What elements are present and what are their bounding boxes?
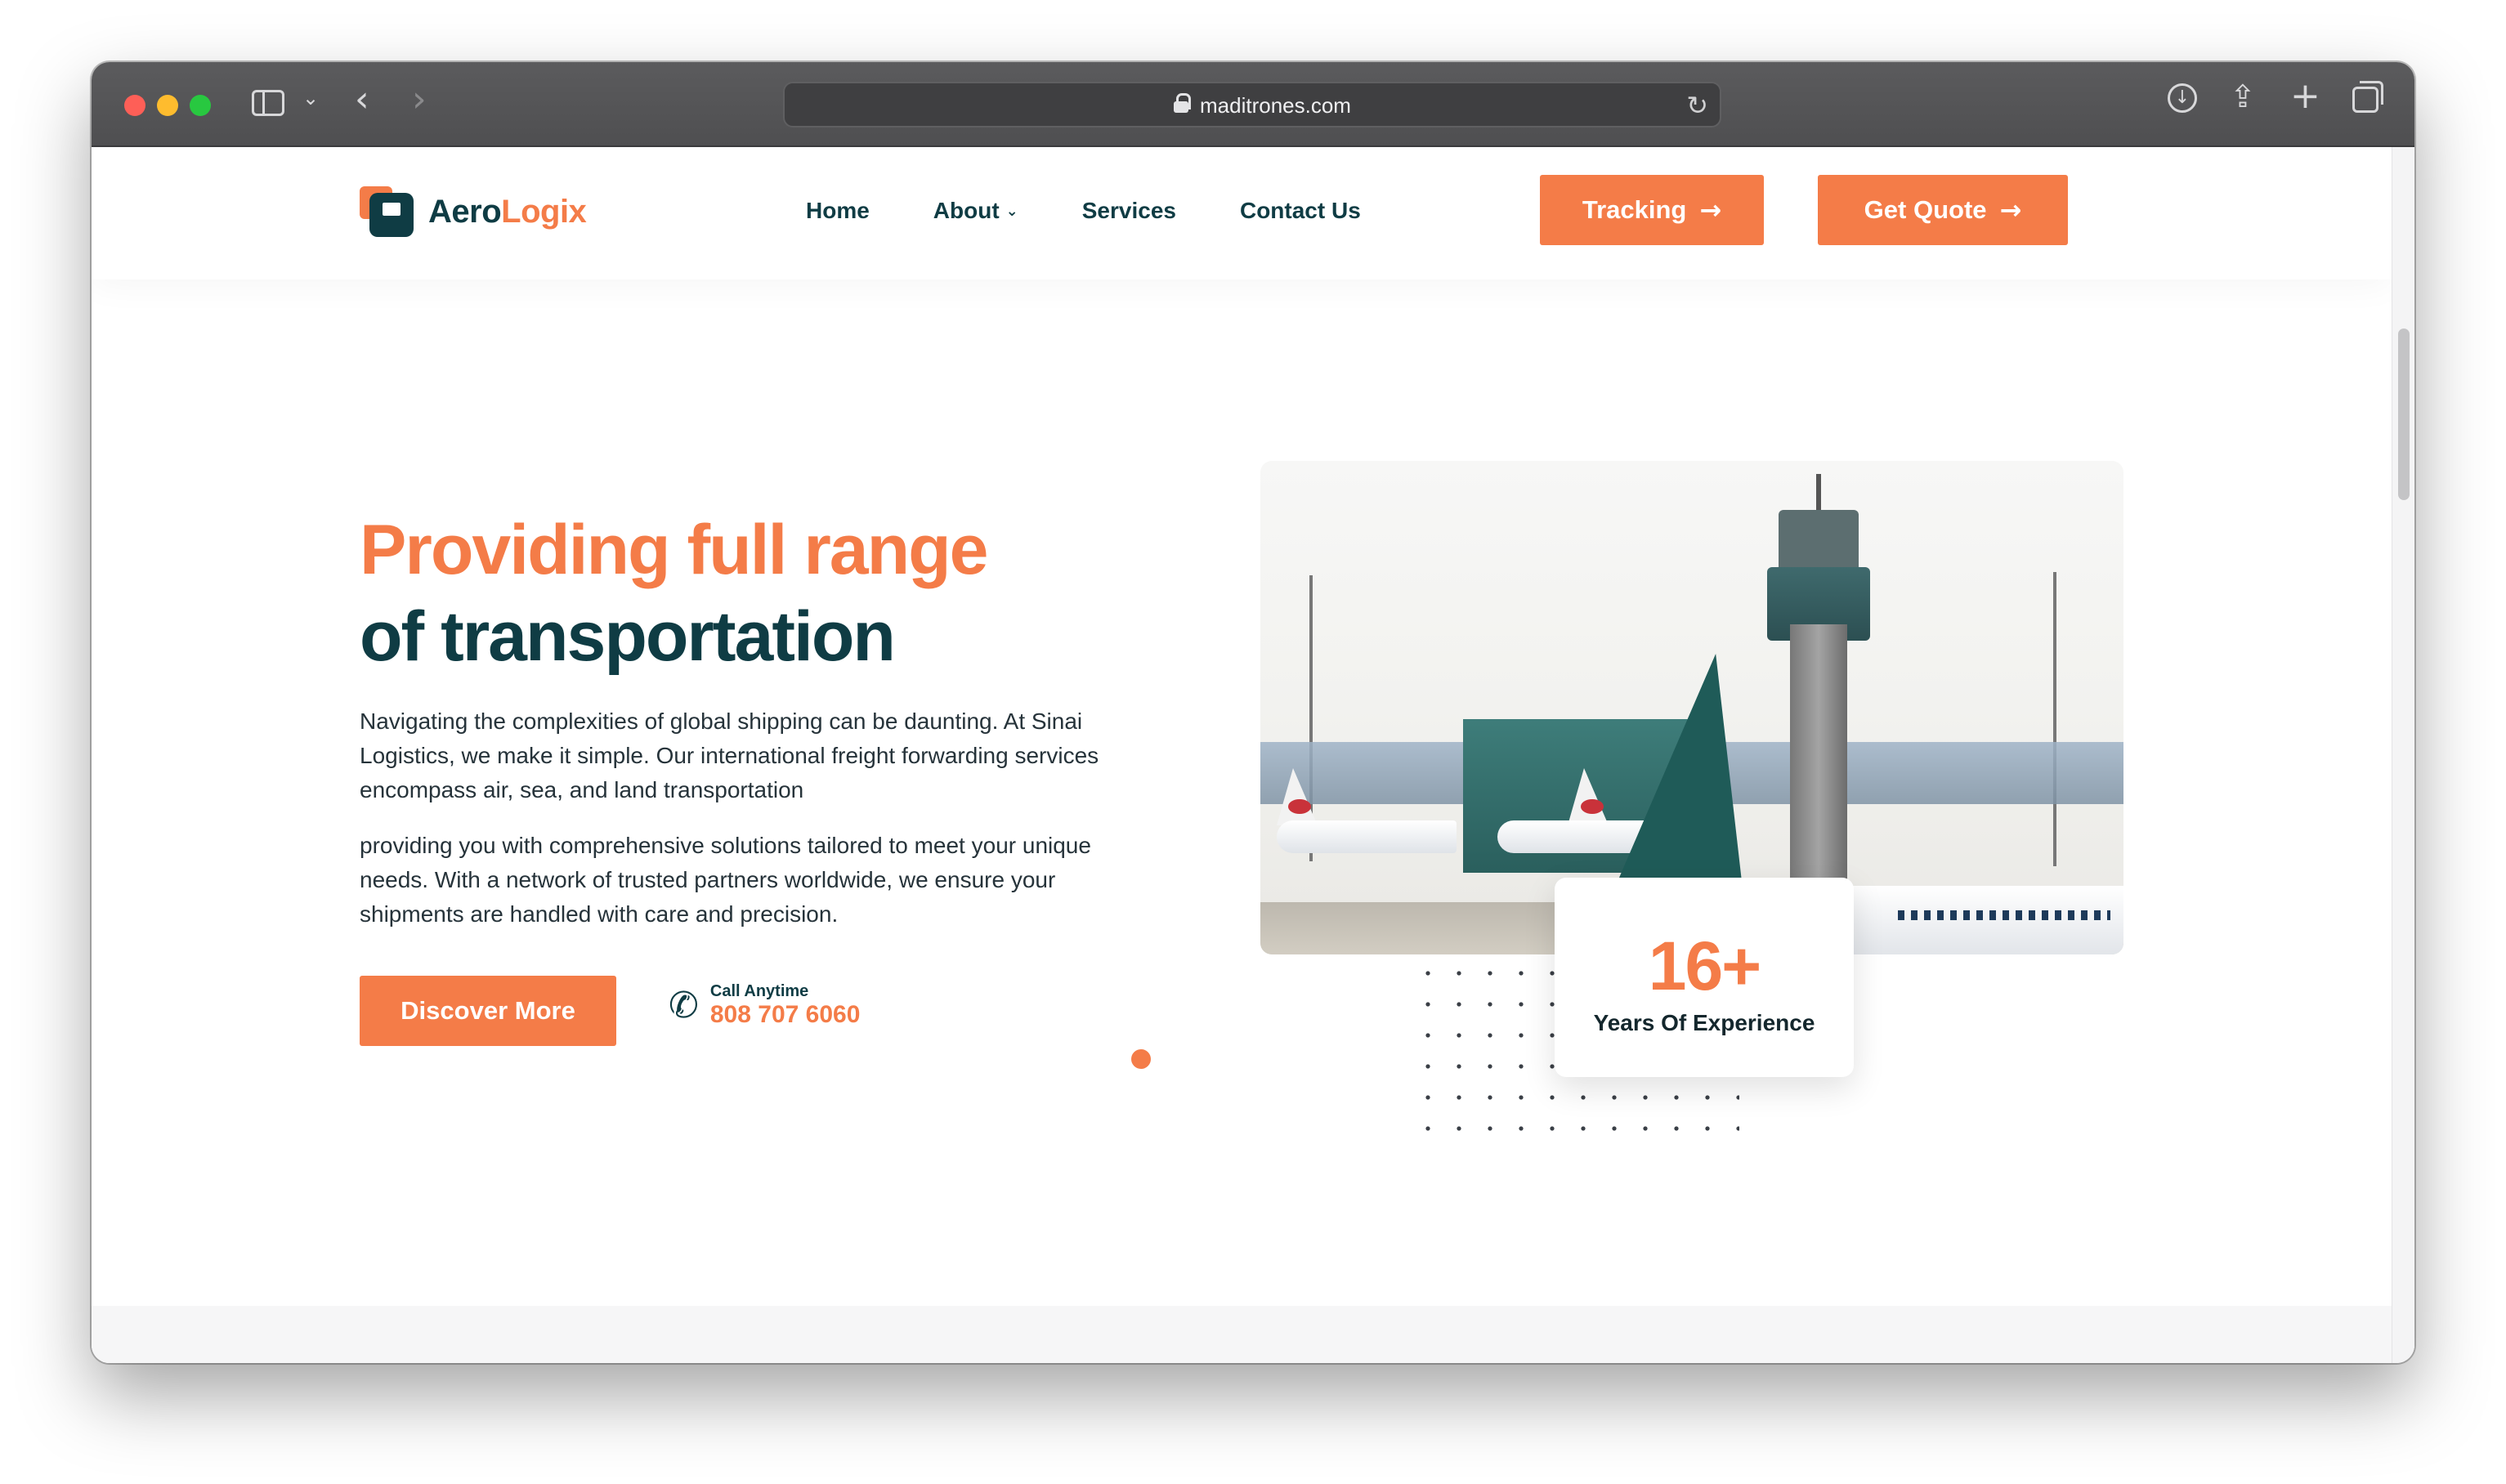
nav-about-label: About <box>933 198 1000 223</box>
reload-icon[interactable]: ↻ <box>1686 90 1708 121</box>
forward-arrow-icon[interactable]: › <box>412 78 427 120</box>
chevron-down-icon[interactable]: ⌄ <box>302 87 319 110</box>
nav-home[interactable]: Home <box>806 198 870 224</box>
tracking-button-label: Tracking <box>1582 195 1687 224</box>
tab-overview-icon[interactable] <box>2352 81 2383 113</box>
address-bar[interactable]: maditrones.com ↻ <box>783 82 1721 127</box>
hero-title: Providing full range of transportation <box>360 507 989 680</box>
experience-value: 16+ <box>1648 928 1762 1004</box>
url-text: maditrones.com <box>1200 93 1351 118</box>
browser-window: ⌄ ‹ › maditrones.com ↻ ↓ ⇪ + AeroLogix H… <box>92 62 2414 1363</box>
call-label: Call Anytime <box>709 982 809 1000</box>
get-quote-button[interactable]: Get Quote → <box>1818 175 2068 245</box>
download-icon[interactable]: ↓ <box>2168 83 2197 113</box>
get-quote-button-label: Get Quote <box>1864 195 1987 224</box>
hero-title-line1: Providing full range <box>360 511 989 589</box>
new-tab-icon[interactable]: + <box>2290 75 2320 117</box>
logo-truck-icon <box>360 186 415 237</box>
arrow-right-icon: → <box>1699 194 1722 226</box>
back-arrow-icon[interactable]: ‹ <box>355 78 369 120</box>
scrollbar-thumb[interactable] <box>2398 329 2410 500</box>
main-nav: Home About ⌄ Services Contact Us <box>806 198 1425 224</box>
hero-paragraph-1: Navigating the complexities of global sh… <box>360 708 1099 802</box>
lock-icon <box>1174 93 1191 113</box>
sidebar-toggle-icon[interactable] <box>252 90 284 116</box>
slider-dot[interactable] <box>1131 1049 1151 1069</box>
next-section-band <box>92 1306 2392 1363</box>
call-number[interactable]: 808 707 6060 <box>710 1001 861 1029</box>
nav-about[interactable]: About ⌄ <box>933 198 1018 224</box>
zoom-window-button[interactable] <box>190 95 211 116</box>
nav-contact[interactable]: Contact Us <box>1240 198 1361 224</box>
minimize-window-button[interactable] <box>157 95 178 116</box>
call-anytime[interactable]: ✆ Call Anytime 808 707 6060 <box>669 982 860 1029</box>
experience-card: 16+ Years Of Experience <box>1555 878 1854 1077</box>
site-header: AeroLogix Home About ⌄ Services Contact … <box>92 147 2392 279</box>
call-text: Call Anytime 808 707 6060 <box>710 982 861 1029</box>
tracking-button[interactable]: Tracking → <box>1540 175 1764 245</box>
browser-toolbar: ⌄ ‹ › maditrones.com ↻ ↓ ⇪ + <box>92 62 2414 147</box>
logo-text-part1: Aero <box>428 193 502 230</box>
site-logo[interactable]: AeroLogix <box>360 186 587 237</box>
hero-paragraph-2: providing you with comprehensive solutio… <box>360 833 1091 927</box>
logo-text-part2: Logix <box>501 193 587 230</box>
phone-icon: ✆ <box>669 985 699 1026</box>
close-window-button[interactable] <box>124 95 145 116</box>
discover-more-button[interactable]: Discover More <box>360 976 616 1046</box>
experience-label: Years Of Experience <box>1593 1010 1815 1035</box>
hero-title-line2: of transportation <box>360 597 896 676</box>
nav-services[interactable]: Services <box>1082 198 1176 224</box>
arrow-right-icon: → <box>1999 194 2022 226</box>
web-page: AeroLogix Home About ⌄ Services Contact … <box>92 147 2414 1363</box>
chevron-down-icon: ⌄ <box>1005 202 1018 220</box>
logo-text: AeroLogix <box>428 193 587 230</box>
share-icon[interactable]: ⇪ <box>2230 78 2256 114</box>
